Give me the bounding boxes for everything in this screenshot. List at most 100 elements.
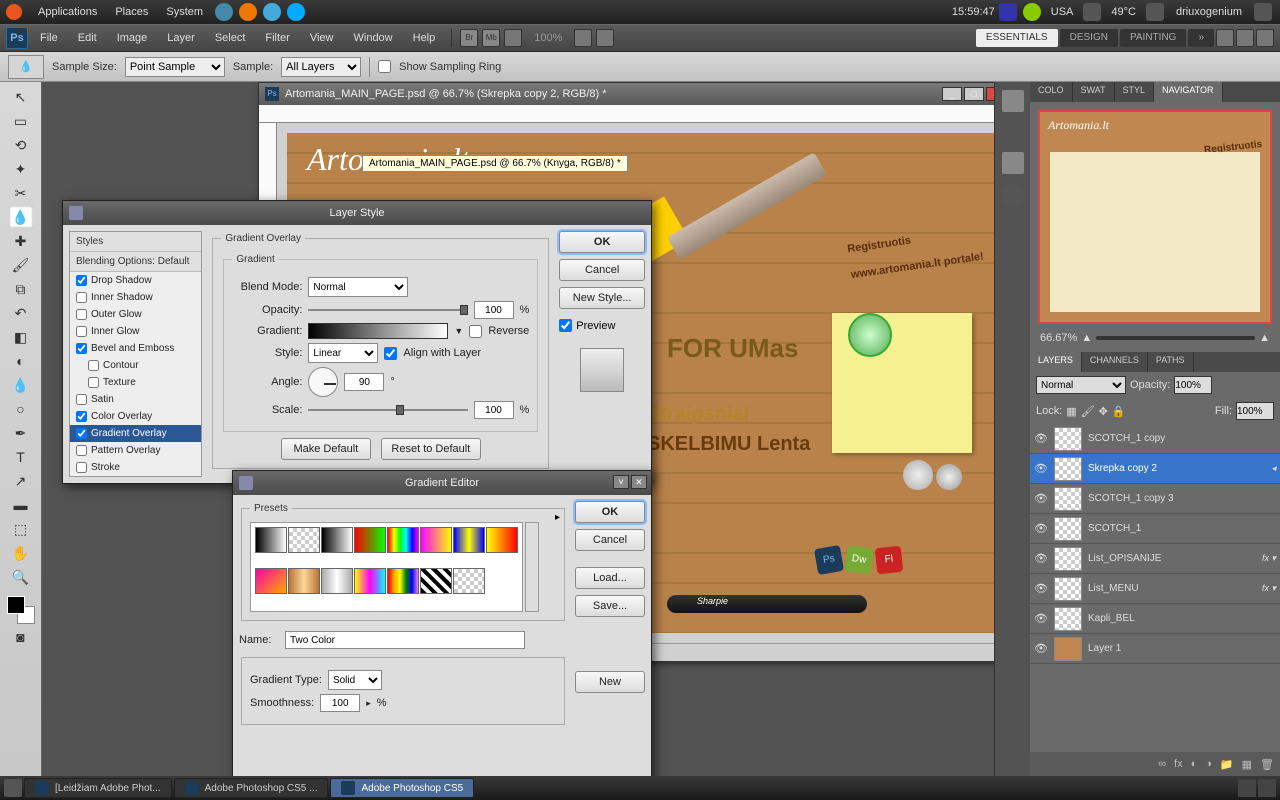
layer-row[interactable]: 👁Kapli_BEL — [1030, 604, 1280, 634]
gradient-preset[interactable] — [387, 568, 419, 594]
visibility-icon[interactable]: 👁 — [1034, 492, 1048, 506]
style-item[interactable]: Pattern Overlay — [70, 442, 201, 459]
lock-position-icon[interactable]: ✥ — [1099, 405, 1108, 418]
brush-tool[interactable]: 🖌 — [9, 254, 33, 276]
style-item[interactable]: Texture — [70, 374, 201, 391]
style-checkbox[interactable] — [88, 377, 99, 388]
gradient-preset[interactable] — [354, 568, 386, 594]
lock-all-icon[interactable]: 🔒 — [1112, 405, 1126, 418]
nav-zoom-slider[interactable] — [1096, 336, 1255, 340]
style-checkbox[interactable] — [76, 292, 87, 303]
link-layers-icon[interactable]: ∞ — [1158, 758, 1166, 770]
gradient-preset[interactable] — [321, 568, 353, 594]
move-tool[interactable]: ↖ — [9, 86, 33, 108]
photoshop-logo-icon[interactable]: Ps — [6, 27, 28, 49]
nav-zoom-out-icon[interactable]: ▲ — [1081, 332, 1092, 344]
make-default-button[interactable]: Make Default — [281, 438, 371, 460]
visibility-icon[interactable]: 👁 — [1034, 552, 1048, 566]
skype-icon[interactable] — [287, 3, 305, 21]
lock-paint-icon[interactable]: 🖌 — [1081, 405, 1095, 418]
visibility-icon[interactable]: 👁 — [1034, 522, 1048, 536]
shape-tool[interactable]: ▬ — [9, 494, 33, 516]
smoothness-input[interactable] — [320, 694, 360, 712]
ls-ok-button[interactable]: OK — [559, 231, 645, 253]
layer-fx-icon[interactable]: fx — [1174, 758, 1183, 770]
ge-load-button[interactable]: Load... — [575, 567, 645, 589]
style-item[interactable]: Contour — [70, 357, 201, 374]
style-item[interactable]: Bevel and Emboss — [70, 340, 201, 357]
firefox-icon[interactable] — [239, 3, 257, 21]
lock-transparency-icon[interactable]: ▦ — [1066, 405, 1076, 418]
menu-select[interactable]: Select — [207, 32, 254, 44]
style-checkbox[interactable] — [76, 428, 87, 439]
tab-layers[interactable]: LAYERS — [1030, 352, 1082, 372]
stamp-tool[interactable]: ⧉ — [9, 278, 33, 300]
layer-mask-icon[interactable]: ◐ — [1191, 758, 1198, 770]
delete-layer-icon[interactable]: 🗑 — [1260, 758, 1274, 771]
show-desktop-icon[interactable] — [4, 779, 22, 797]
ls-opacity-input[interactable] — [474, 301, 514, 319]
visibility-icon[interactable]: 👁 — [1034, 432, 1048, 446]
style-checkbox[interactable] — [76, 445, 87, 456]
power-icon[interactable] — [1254, 3, 1272, 21]
keyboard-layout[interactable]: USA — [1045, 6, 1080, 18]
lasso-tool[interactable]: ⟲ — [9, 134, 33, 156]
menu-applications[interactable]: Applications — [30, 6, 105, 18]
path-tool[interactable]: ↗ — [9, 470, 33, 492]
fill-input[interactable] — [1236, 402, 1274, 420]
ls-scale-slider[interactable] — [308, 403, 467, 417]
visibility-icon[interactable]: 👁 — [1034, 582, 1048, 596]
menu-layer[interactable]: Layer — [159, 32, 203, 44]
sample-select[interactable]: All Layers — [281, 57, 361, 77]
workspace-design[interactable]: DESIGN — [1060, 29, 1118, 47]
view-extras-icon[interactable] — [504, 29, 522, 47]
gradient-preset[interactable] — [288, 527, 320, 553]
style-checkbox[interactable] — [76, 462, 87, 473]
tab-channels[interactable]: CHANNELS — [1082, 352, 1148, 372]
ge-new-button[interactable]: New — [575, 671, 645, 693]
wifi-icon[interactable] — [1083, 3, 1101, 21]
layer-row[interactable]: 👁SCOTCH_1 copy 3 — [1030, 484, 1280, 514]
menu-window[interactable]: Window — [346, 32, 401, 44]
gradient-preset[interactable] — [255, 527, 287, 553]
wand-tool[interactable]: ✦ — [9, 158, 33, 180]
taskbar-item[interactable]: [Leidžiam Adobe Phot... — [24, 778, 172, 798]
gradient-preset[interactable] — [288, 568, 320, 594]
layer-row[interactable]: 👁Layer 1 — [1030, 634, 1280, 664]
history-panel-icon[interactable] — [1002, 90, 1024, 112]
style-checkbox[interactable] — [76, 411, 87, 422]
layer-list[interactable]: 👁SCOTCH_1 copy👁Skrepka copy 2◂👁SCOTCH_1 … — [1030, 424, 1280, 752]
blending-options-header[interactable]: Blending Options: Default — [70, 252, 201, 272]
style-checkbox[interactable] — [76, 326, 87, 337]
tab-color[interactable]: COLO — [1030, 82, 1073, 102]
expand-icon[interactable]: ◂ — [1271, 463, 1276, 474]
workspace-switcher-icon[interactable] — [1238, 779, 1256, 797]
menu-filter[interactable]: Filter — [257, 32, 297, 44]
gradient-preset[interactable] — [255, 568, 287, 594]
layer-row[interactable]: 👁List_MENUfx ▾ — [1030, 574, 1280, 604]
menu-places[interactable]: Places — [107, 6, 156, 18]
style-item[interactable]: Inner Shadow — [70, 289, 201, 306]
layer-style-titlebar[interactable]: Layer Style — [63, 201, 651, 225]
gradient-preset[interactable] — [486, 527, 518, 553]
tab-styles[interactable]: STYL — [1115, 82, 1155, 102]
app-icon[interactable] — [263, 3, 281, 21]
quickmask-tool[interactable]: ◙ — [9, 626, 33, 648]
menu-system[interactable]: System — [158, 6, 211, 18]
show-sampling-ring-checkbox[interactable] — [378, 60, 391, 73]
layer-row[interactable]: 👁Skrepka copy 2◂ — [1030, 454, 1280, 484]
pen-tool[interactable]: ✒ — [9, 422, 33, 444]
layer-row[interactable]: 👁SCOTCH_1 — [1030, 514, 1280, 544]
layer-row[interactable]: 👁List_OPISANIJEfx ▾ — [1030, 544, 1280, 574]
menu-view[interactable]: View — [302, 32, 342, 44]
taskbar-item[interactable]: Adobe Photoshop CS5 ... — [174, 778, 329, 798]
doc-maximize-icon[interactable]: □ — [964, 87, 984, 101]
ge-save-button[interactable]: Save... — [575, 595, 645, 617]
nav-zoom-in-icon[interactable]: ▲ — [1259, 332, 1270, 344]
info-panel-icon[interactable] — [1002, 184, 1024, 206]
workspace-more[interactable]: » — [1188, 29, 1214, 47]
opacity-input[interactable] — [1174, 376, 1212, 394]
style-item[interactable]: Stroke — [70, 459, 201, 476]
gradient-name-input[interactable] — [285, 631, 525, 649]
ls-opacity-slider[interactable] — [308, 303, 467, 317]
